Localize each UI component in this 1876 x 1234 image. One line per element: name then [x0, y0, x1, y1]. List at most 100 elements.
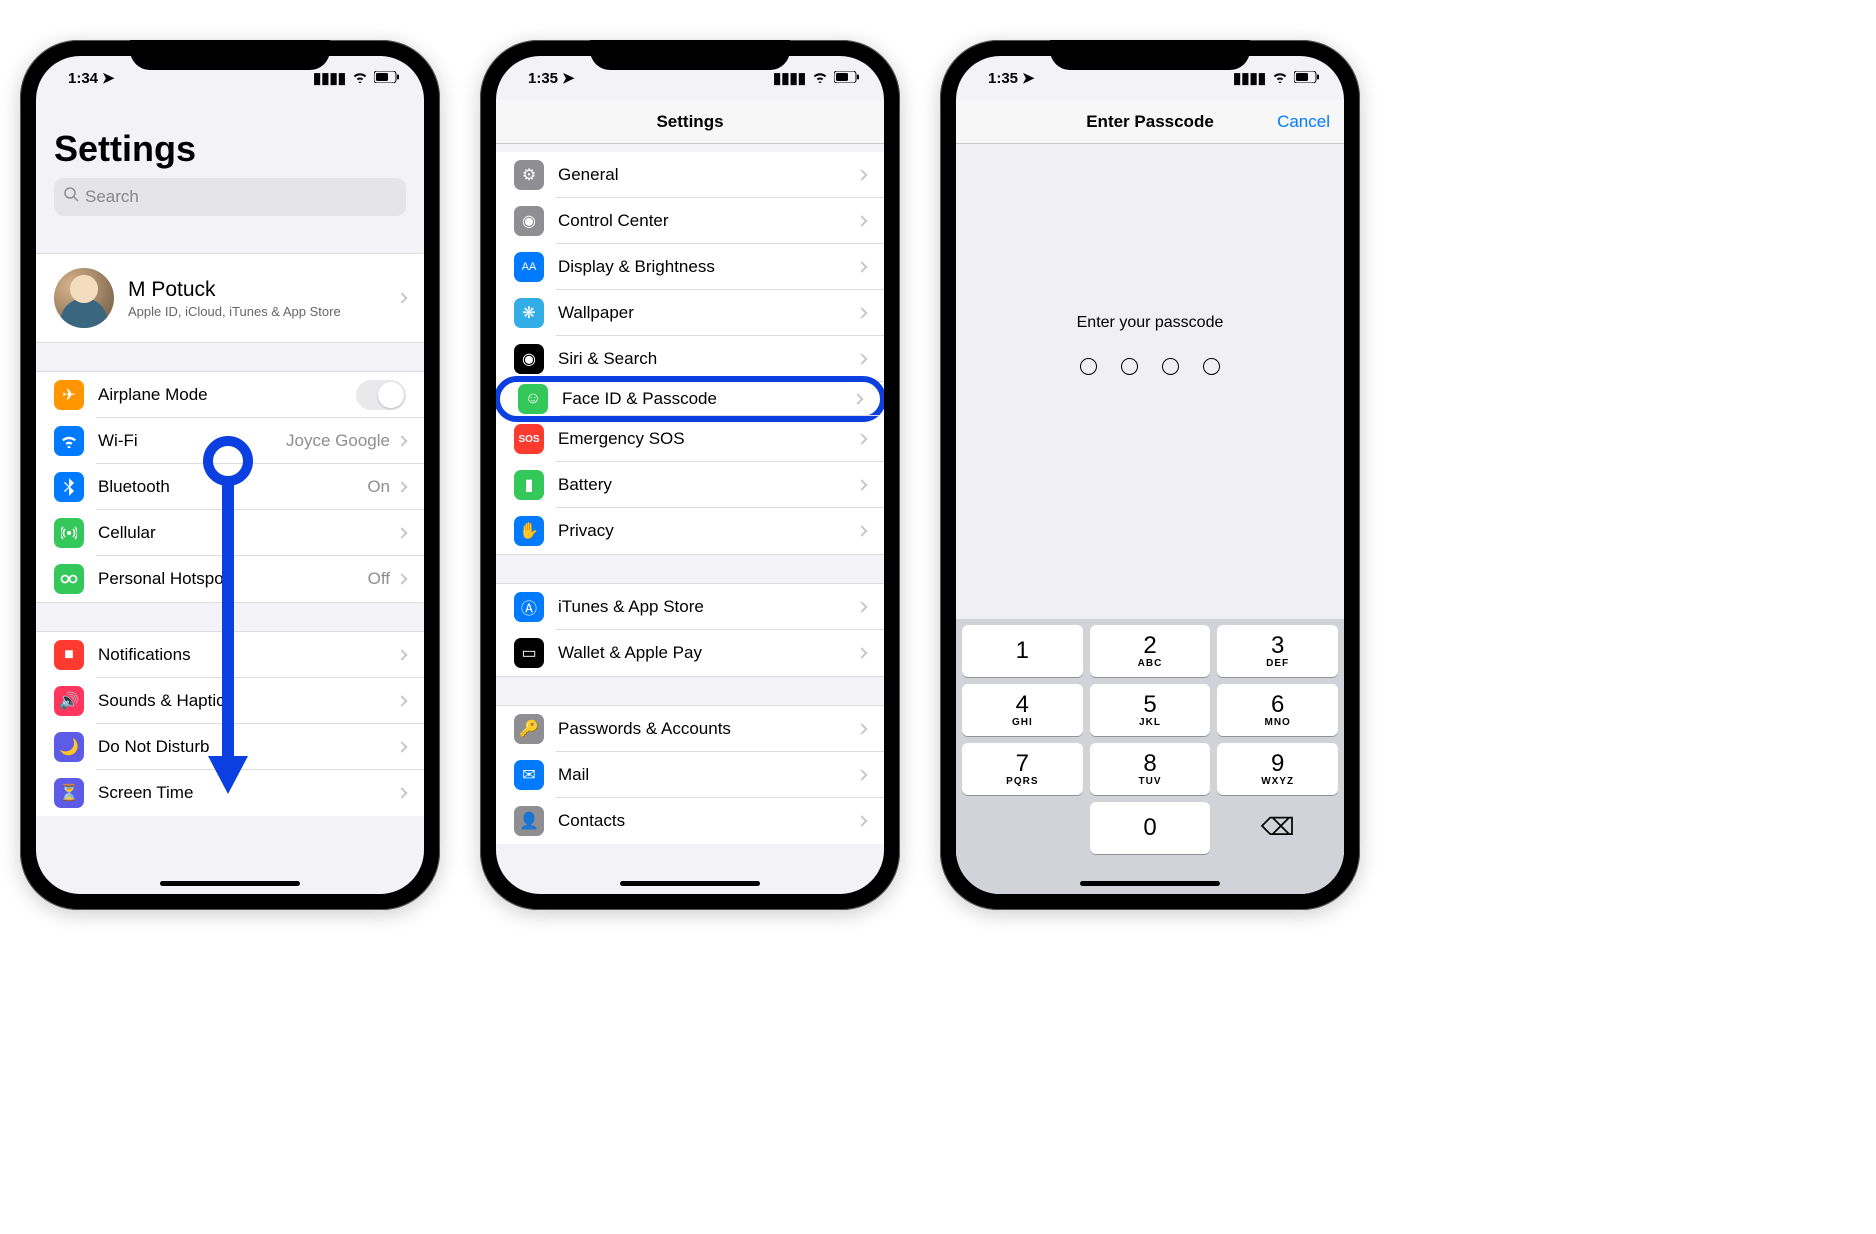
- screen-settings-main: 1:34 ➤ ▮▮▮▮ Settings Search: [36, 56, 424, 894]
- nav-bar: Settings: [496, 100, 884, 144]
- battery-icon: [834, 70, 860, 87]
- key-9[interactable]: 9WXYZ: [1217, 743, 1338, 795]
- wallet-cell[interactable]: ▭ Wallet & Apple Pay: [496, 630, 884, 676]
- title-area: Settings Search: [36, 100, 424, 224]
- cellular-cell[interactable]: Cellular: [36, 510, 424, 556]
- key-backspace[interactable]: ⌫: [1217, 802, 1338, 854]
- chevron-right-icon: [856, 647, 867, 658]
- passwords-cell[interactable]: 🔑 Passwords & Accounts: [496, 706, 884, 752]
- page-title: Settings: [54, 100, 406, 178]
- chevron-right-icon: [396, 435, 407, 446]
- phone-frame-1: 1:34 ➤ ▮▮▮▮ Settings Search: [20, 40, 440, 910]
- display-icon: AA: [514, 252, 544, 282]
- control-center-icon: ◉: [514, 206, 544, 236]
- dnd-icon: 🌙: [54, 732, 84, 762]
- key-blank: [962, 802, 1083, 854]
- notch: [590, 40, 790, 70]
- wifi-cell[interactable]: Wi-Fi Joyce Google: [36, 418, 424, 464]
- signal-icon: ▮▮▮▮: [773, 69, 806, 87]
- wallpaper-cell[interactable]: ❋ Wallpaper: [496, 290, 884, 336]
- content-scroll[interactable]: ⚙ General ◉ Control Center AA Display & …: [496, 144, 884, 894]
- display-cell[interactable]: AA Display & Brightness: [496, 244, 884, 290]
- passcode-dots: [1080, 358, 1220, 375]
- control-center-cell[interactable]: ◉ Control Center: [496, 198, 884, 244]
- wifi-icon: [54, 426, 84, 456]
- passcode-prompt: Enter your passcode: [1077, 314, 1224, 332]
- nav-title: Enter Passcode: [1086, 112, 1214, 132]
- status-right: ▮▮▮▮: [313, 69, 400, 87]
- chevron-right-icon: [856, 169, 867, 180]
- sos-cell[interactable]: SOS Emergency SOS: [496, 416, 884, 462]
- contacts-cell[interactable]: 👤 Contacts: [496, 798, 884, 844]
- chevron-right-icon: [856, 261, 867, 272]
- sos-icon: SOS: [514, 424, 544, 454]
- passcode-dot: [1203, 358, 1220, 375]
- notifications-icon: ■: [54, 640, 84, 670]
- search-input[interactable]: Search: [54, 178, 406, 216]
- key-6[interactable]: 6MNO: [1217, 684, 1338, 736]
- mail-icon: ✉: [514, 760, 544, 790]
- passcode-dot: [1080, 358, 1097, 375]
- status-time: 1:35: [528, 70, 558, 87]
- chevron-right-icon: [396, 527, 407, 538]
- privacy-cell[interactable]: ✋ Privacy: [496, 508, 884, 554]
- screentime-cell[interactable]: ⏳ Screen Time: [36, 770, 424, 816]
- airplane-mode-cell[interactable]: ✈ Airplane Mode: [36, 372, 424, 418]
- passwords-label: Passwords & Accounts: [558, 719, 858, 739]
- airplane-label: Airplane Mode: [98, 385, 356, 405]
- sounds-cell[interactable]: 🔊 Sounds & Haptics: [36, 678, 424, 724]
- hotspot-label: Personal Hotspot: [98, 569, 368, 589]
- search-placeholder: Search: [85, 187, 139, 207]
- chevron-right-icon: [396, 741, 407, 752]
- search-icon: [64, 187, 79, 207]
- phone-frame-3: 1:35 ➤ ▮▮▮▮ Enter Passcode Cancel Enter …: [940, 40, 1360, 910]
- screentime-icon: ⏳: [54, 778, 84, 808]
- home-indicator[interactable]: [160, 881, 300, 886]
- notifications-cell[interactable]: ■ Notifications: [36, 632, 424, 678]
- cancel-button[interactable]: Cancel: [1277, 112, 1330, 132]
- apple-id-cell[interactable]: M Potuck Apple ID, iCloud, iTunes & App …: [36, 254, 424, 342]
- faceid-icon: ☺: [518, 384, 548, 414]
- airplane-toggle[interactable]: [356, 380, 406, 410]
- chevron-right-icon: [852, 393, 863, 404]
- general-cell[interactable]: ⚙ General: [496, 152, 884, 198]
- key-0[interactable]: 0: [1090, 802, 1211, 854]
- hotspot-cell[interactable]: Personal Hotspot Off: [36, 556, 424, 602]
- chevron-right-icon: [396, 573, 407, 584]
- battery-icon: [374, 70, 400, 87]
- hotspot-icon: [54, 564, 84, 594]
- chevron-right-icon: [396, 695, 407, 706]
- screen-enter-passcode: 1:35 ➤ ▮▮▮▮ Enter Passcode Cancel Enter …: [956, 56, 1344, 894]
- bluetooth-cell[interactable]: Bluetooth On: [36, 464, 424, 510]
- wifi-label: Wi-Fi: [98, 431, 286, 451]
- key-4[interactable]: 4GHI: [962, 684, 1083, 736]
- screen-settings-list: 1:35 ➤ ▮▮▮▮ Settings ⚙ General ◉: [496, 56, 884, 894]
- key-1[interactable]: 1: [962, 625, 1083, 677]
- dnd-cell[interactable]: 🌙 Do Not Disturb: [36, 724, 424, 770]
- number-keypad: 1 2ABC 3DEF 4GHI 5JKL 6MNO 7PQRS 8TUV 9W…: [956, 619, 1344, 894]
- mail-cell[interactable]: ✉ Mail: [496, 752, 884, 798]
- battery-cell[interactable]: ▮ Battery: [496, 462, 884, 508]
- bluetooth-value: On: [367, 477, 390, 497]
- chevron-right-icon: [856, 353, 867, 364]
- wifi-icon: [352, 70, 368, 87]
- home-indicator[interactable]: [620, 881, 760, 886]
- wifi-icon: [812, 70, 828, 87]
- wifi-value: Joyce Google: [286, 431, 390, 451]
- backspace-icon: ⌫: [1261, 816, 1295, 840]
- chevron-right-icon: [856, 815, 867, 826]
- key-7[interactable]: 7PQRS: [962, 743, 1083, 795]
- key-2[interactable]: 2ABC: [1090, 625, 1211, 677]
- passcode-dot: [1162, 358, 1179, 375]
- key-8[interactable]: 8TUV: [1090, 743, 1211, 795]
- content-scroll[interactable]: M Potuck Apple ID, iCloud, iTunes & App …: [36, 224, 424, 894]
- key-3[interactable]: 3DEF: [1217, 625, 1338, 677]
- nav-bar: Enter Passcode Cancel: [956, 100, 1344, 144]
- screentime-label: Screen Time: [98, 783, 398, 803]
- status-time: 1:34: [68, 70, 98, 87]
- home-indicator[interactable]: [1080, 881, 1220, 886]
- key-5[interactable]: 5JKL: [1090, 684, 1211, 736]
- itunes-cell[interactable]: Ⓐ iTunes & App Store: [496, 584, 884, 630]
- battery-icon: [1294, 70, 1320, 87]
- cellular-label: Cellular: [98, 523, 398, 543]
